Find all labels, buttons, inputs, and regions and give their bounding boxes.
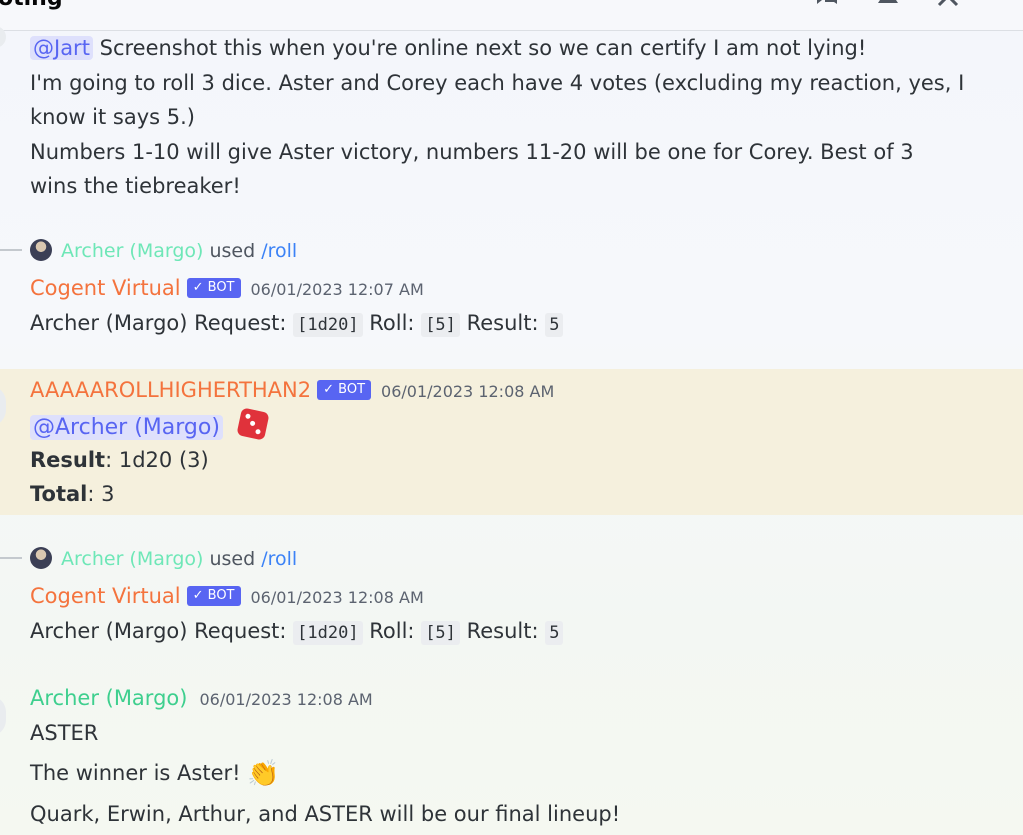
command-name[interactable]: /roll [261,240,297,262]
reply-connector [0,249,22,263]
user-mention[interactable]: @Jart [30,36,93,60]
reply-connector [0,557,22,571]
message-text: Quark, Erwin, Arthur, and ASTER will be … [30,802,621,826]
author-name[interactable]: Cogent Virtual [30,276,181,300]
reply-username[interactable]: Archer (Margo) [61,548,203,570]
threads-icon[interactable] [812,0,842,10]
avatar[interactable] [0,696,6,736]
user-mention[interactable]: @Archer (Margo) [30,415,223,440]
message-text: I'm going to roll 3 dice. Aster and Core… [30,71,965,95]
close-icon[interactable] [933,0,963,10]
message-text: wins the tiebreaker! [30,174,241,198]
author-name[interactable]: Cogent Virtual [30,584,181,608]
command-name[interactable]: /roll [261,548,297,570]
channel-header: oting [0,0,1023,31]
channel-name: oting [0,0,63,11]
message-text: Numbers 1-10 will give Aster victory, nu… [30,140,914,164]
bot-tag: ✓ BOT [186,586,241,606]
code-inline: [5] [421,621,460,645]
message-text: Archer (Margo) Request: [1d20] Roll: [5]… [30,616,564,648]
code-inline: 5 [545,313,564,337]
code-inline: [5] [421,313,460,337]
timestamp[interactable]: 06/01/2023 12:07 AM [251,280,424,299]
code-inline: [1d20] [293,313,363,337]
command-reply-header: Archer (Margo) used /roll [61,240,298,262]
message-header: AAAAAROLLHIGHERTHAN2 ✓ BOT 06/01/2023 12:0… [30,375,554,407]
message-text: Result: 1d20 (3) [30,448,209,472]
author-name[interactable]: Archer (Margo) [30,686,187,710]
timestamp[interactable]: 06/01/2023 12:08 AM [199,690,372,709]
message-text: The winner is Aster! 👏 [30,759,280,789]
message-header: Cogent Virtual ✓ BOT 06/01/2023 12:07 AM [30,273,424,305]
code-inline: [1d20] [293,621,363,645]
message-text: @Archer (Margo) [30,407,270,444]
reply-avatar[interactable] [30,547,52,569]
message-text: Total: 3 [30,482,115,506]
reply-username[interactable]: Archer (Margo) [61,240,203,262]
code-inline: 5 [545,621,564,645]
bot-tag: ✓ BOT [317,380,372,400]
dice-icon [236,407,270,441]
message-text: @Jart Screenshot this when you're online… [30,33,866,63]
message-header: Cogent Virtual ✓ BOT 06/01/2023 12:08 AM [30,581,424,613]
message-text: know it says 5.) [30,105,195,129]
bot-tag: ✓ BOT [186,278,241,298]
reply-avatar[interactable] [30,239,52,261]
timestamp[interactable]: 06/01/2023 12:08 AM [381,382,554,401]
command-reply-header: Archer (Margo) used /roll [61,548,298,570]
message-text: ASTER [30,721,99,745]
author-name[interactable]: AAAAAROLLHIGHERTHAN2 [30,378,311,402]
message-header: Archer (Margo) 06/01/2023 12:08 AM [30,683,373,715]
members-icon[interactable] [996,0,1023,10]
message-text: Archer (Margo) Request: [1d20] Roll: [5]… [30,308,564,340]
clapping-hands-icon: 👏 [247,759,280,789]
notification-bell-icon[interactable] [873,0,903,10]
timestamp[interactable]: 06/01/2023 12:08 AM [251,588,424,607]
